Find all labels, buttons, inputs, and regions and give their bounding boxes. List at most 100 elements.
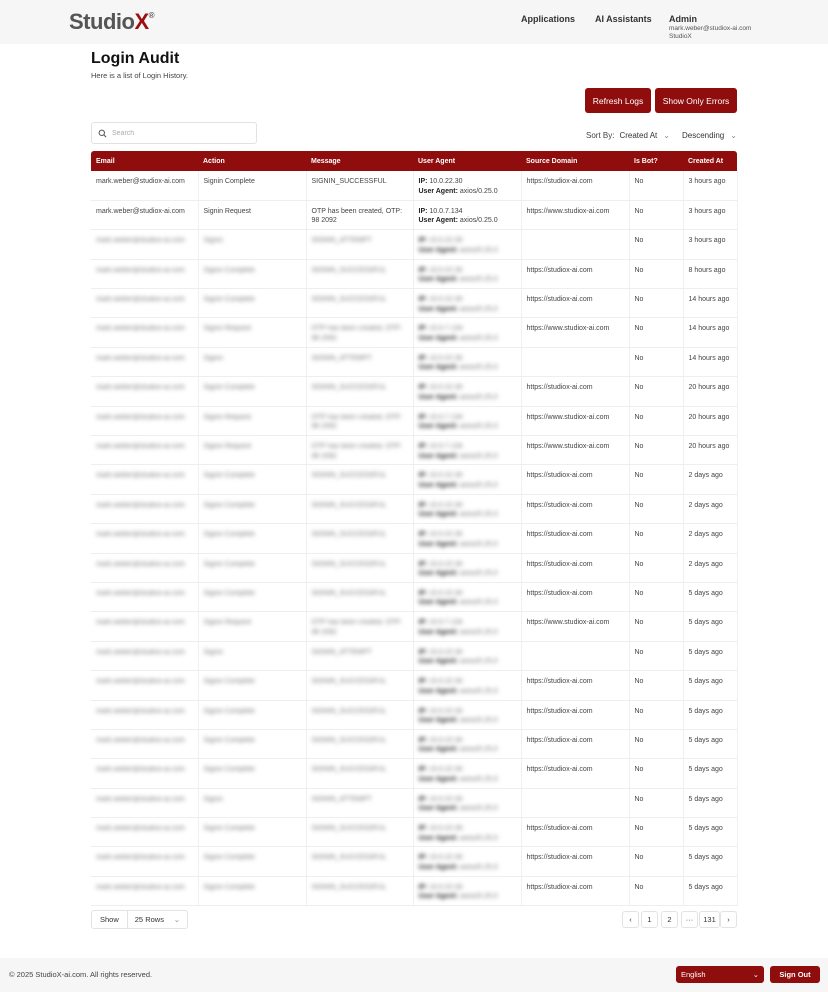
cell-is-bot: No (629, 729, 684, 760)
cell-action: Signin Request (198, 611, 307, 642)
ip-value: 10.0.22.30 (429, 560, 463, 568)
sort-field-select[interactable]: Created At ⌄ (619, 131, 670, 140)
refresh-logs-button[interactable]: Refresh Logs (585, 88, 651, 113)
ip-label: IP: (418, 501, 428, 509)
ip-label: IP: (418, 178, 428, 185)
page-button-last[interactable]: 131 (699, 911, 720, 928)
table-row: mark.weber@studiox-ai.com Signin Complete… (91, 670, 738, 701)
rows-per-page-select[interactable]: 25 Rows ⌄ (126, 911, 187, 928)
column-header-source-domain[interactable]: Source Domain (521, 151, 629, 171)
ip-value: 10.0.22.30 (429, 736, 463, 744)
sign-out-button[interactable]: Sign Out (770, 966, 820, 983)
ip-value: 10.0.22.30 (429, 883, 463, 891)
logo-text: Studio (69, 9, 135, 34)
cell-is-bot: No (629, 317, 684, 348)
user-agent-value: axios/0.25.0 (459, 217, 498, 225)
cell-user-agent: IP: 10.0.22.30 User Agent: axios/0.25.0 (413, 171, 522, 201)
next-page-button[interactable]: › (720, 911, 737, 928)
cell-is-bot: No (629, 553, 684, 583)
rows-per-page-value: 25 Rows (134, 915, 164, 924)
user-agent-value: axios/0.25.0 (459, 423, 498, 431)
cell-email: mark.weber@studiox-ai.com (91, 406, 199, 437)
ip-label: IP: (418, 443, 428, 451)
language-select[interactable]: English ⌄ (676, 966, 764, 983)
table-row: mark.weber@studiox-ai.com Signin Complete… (91, 376, 738, 407)
page-button-1[interactable]: 1 (641, 911, 658, 928)
table-row: mark.weber@studiox-ai.com Signin Complete… (91, 817, 738, 848)
user-agent-value: axios/0.25.0 (459, 452, 498, 460)
ip-label: IP: (418, 619, 428, 627)
table-row: mark.weber@studiox-ai.com Signin SIGNIN_AT… (91, 641, 738, 672)
cell-message: SIGNIN_SUCCESSFUL (306, 171, 414, 201)
cell-action: Signin Complete (198, 758, 307, 789)
cell-action: Signin Request (198, 435, 307, 466)
nav-applications[interactable]: Applications (521, 14, 575, 24)
cell-message: SIGNIN_SUCCESSFUL (306, 729, 414, 760)
table-row: mark.weber@studiox-ai.com Signin SIGNIN_AT… (91, 788, 738, 819)
user-agent-label: User Agent: (418, 393, 458, 401)
table-row: mark.weber@studiox-ai.com Signin Request O… (91, 317, 738, 348)
column-header-is-bot[interactable]: Is Bot? (629, 151, 683, 171)
cell-is-bot: No (629, 494, 684, 525)
search-input[interactable] (112, 129, 242, 137)
table-row: mark.weber@studiox-ai.com Signin Request O… (91, 200, 738, 231)
chevron-down-icon: ⌄ (173, 915, 180, 924)
cell-action: Signin (198, 641, 307, 672)
ip-label: IP: (418, 766, 428, 774)
cell-is-bot: No (629, 229, 684, 260)
cell-action: Signin Request (198, 200, 307, 231)
cell-action: Signin Complete (198, 817, 307, 848)
cell-message: SIGNIN_ATTEMPT (306, 229, 414, 260)
cell-created-at: 5 days ago (683, 641, 738, 672)
cell-email: mark.weber@studiox-ai.com (91, 435, 199, 466)
user-name: Admin (669, 14, 697, 24)
cell-is-bot: No (629, 523, 684, 554)
page-button-2[interactable]: 2 (661, 911, 678, 928)
ip-value: 10.0.7.134 (429, 207, 463, 215)
table-row: mark.weber@studiox-ai.com Signin Complete… (91, 523, 738, 554)
cell-user-agent: IP: 10.0.7.134 User Agent: axios/0.25.0 (413, 317, 522, 348)
column-header-created-at[interactable]: Created At (683, 151, 737, 171)
show-only-errors-button[interactable]: Show Only Errors (655, 88, 737, 113)
nav-ai-assistants[interactable]: AI Assistants (595, 14, 652, 24)
cell-message: SIGNIN_ATTEMPT (306, 641, 414, 672)
page-subtitle: Here is a list of Login History. (91, 71, 188, 80)
cell-message: OTP has been created, OTP: 98 2092 (306, 435, 414, 466)
ip-label: IP: (418, 384, 428, 392)
ip-value: 10.0.22.30 (429, 589, 463, 597)
user-agent-value: axios/0.25.0 (459, 834, 498, 842)
cell-source-domain: https://studiox-ai.com (521, 288, 630, 319)
user-agent-label: User Agent: (418, 628, 458, 636)
ip-label: IP: (418, 560, 428, 568)
cell-created-at: 14 hours ago (683, 317, 738, 348)
cell-email: mark.weber@studiox-ai.com (91, 670, 199, 701)
ip-label: IP: (418, 296, 428, 304)
prev-page-button[interactable]: ‹ (622, 911, 639, 928)
cell-source-domain: https://studiox-ai.com (521, 494, 630, 525)
studiox-logo[interactable]: StudioX® (69, 9, 155, 35)
column-header-email[interactable]: Email (91, 151, 198, 171)
column-header-user-agent[interactable]: User Agent (413, 151, 521, 171)
table-row: mark.weber@studiox-ai.com Signin Complete… (91, 582, 738, 613)
user-email: mark.weber@studiox-ai.com (669, 25, 752, 32)
user-agent-value: axios/0.25.0 (459, 746, 498, 754)
cell-created-at: 2 days ago (683, 523, 738, 554)
ip-value: 10.0.22.30 (429, 501, 463, 509)
column-header-action[interactable]: Action (198, 151, 306, 171)
cell-created-at: 5 days ago (683, 788, 738, 819)
cell-message: OTP has been created, OTP: 98 2092 (306, 611, 414, 642)
cell-message: SIGNIN_SUCCESSFUL (306, 670, 414, 701)
column-header-message[interactable]: Message (306, 151, 413, 171)
cell-message: SIGNIN_SUCCESSFUL (306, 259, 414, 290)
user-agent-value: axios/0.25.0 (459, 364, 498, 372)
cell-email: mark.weber@studiox-ai.com (91, 582, 199, 613)
ip-value: 10.0.22.30 (429, 707, 463, 715)
user-agent-label: User Agent: (418, 511, 458, 519)
cell-created-at: 14 hours ago (683, 347, 738, 378)
cell-source-domain: https://studiox-ai.com (521, 700, 630, 730)
cell-email: mark.weber@studiox-ai.com (91, 347, 199, 378)
cell-action: Signin Complete (198, 376, 307, 407)
user-menu[interactable]: Admin mark.weber@studiox-ai.com StudioX (669, 14, 751, 41)
sort-order-select[interactable]: Descending ⌄ (682, 131, 737, 140)
cell-email: mark.weber@studiox-ai.com (91, 788, 199, 819)
